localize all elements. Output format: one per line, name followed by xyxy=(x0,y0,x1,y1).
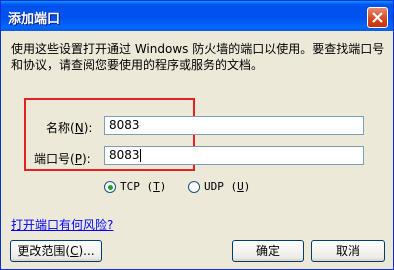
port-input[interactable]: 8083 xyxy=(104,146,364,165)
name-label: 名称(N): xyxy=(46,121,93,135)
close-button[interactable] xyxy=(367,7,388,28)
risk-link[interactable]: 打开端口有何风险? xyxy=(11,216,113,233)
dialog-description: 使用这些设置打开通过 Windows 防火墙的端口以使用。要查找端口号和协议，请… xyxy=(11,42,385,72)
dialog-title: 添加端口 xyxy=(8,12,61,27)
text-caret xyxy=(139,149,141,162)
port-label: 端口号(P): xyxy=(34,152,91,166)
tcp-radio[interactable] xyxy=(104,181,116,193)
name-input[interactable]: 8083 xyxy=(104,116,364,135)
title-bar[interactable]: 添加端口 xyxy=(1,1,393,31)
cancel-button[interactable]: 取消 xyxy=(311,240,385,262)
udp-label[interactable]: UDP (U) xyxy=(204,180,250,193)
add-port-dialog: 添加端口 使用这些设置打开通过 Windows 防火墙的端口以使用。要查找端口号… xyxy=(0,0,394,270)
close-icon xyxy=(372,12,383,23)
udp-radio[interactable] xyxy=(188,181,200,193)
ok-button[interactable]: 确定 xyxy=(232,240,304,262)
change-scope-button[interactable]: 更改范围(C)... xyxy=(10,240,102,262)
radio-selected-dot xyxy=(108,185,113,190)
tcp-label[interactable]: TCP (T) xyxy=(120,180,166,193)
